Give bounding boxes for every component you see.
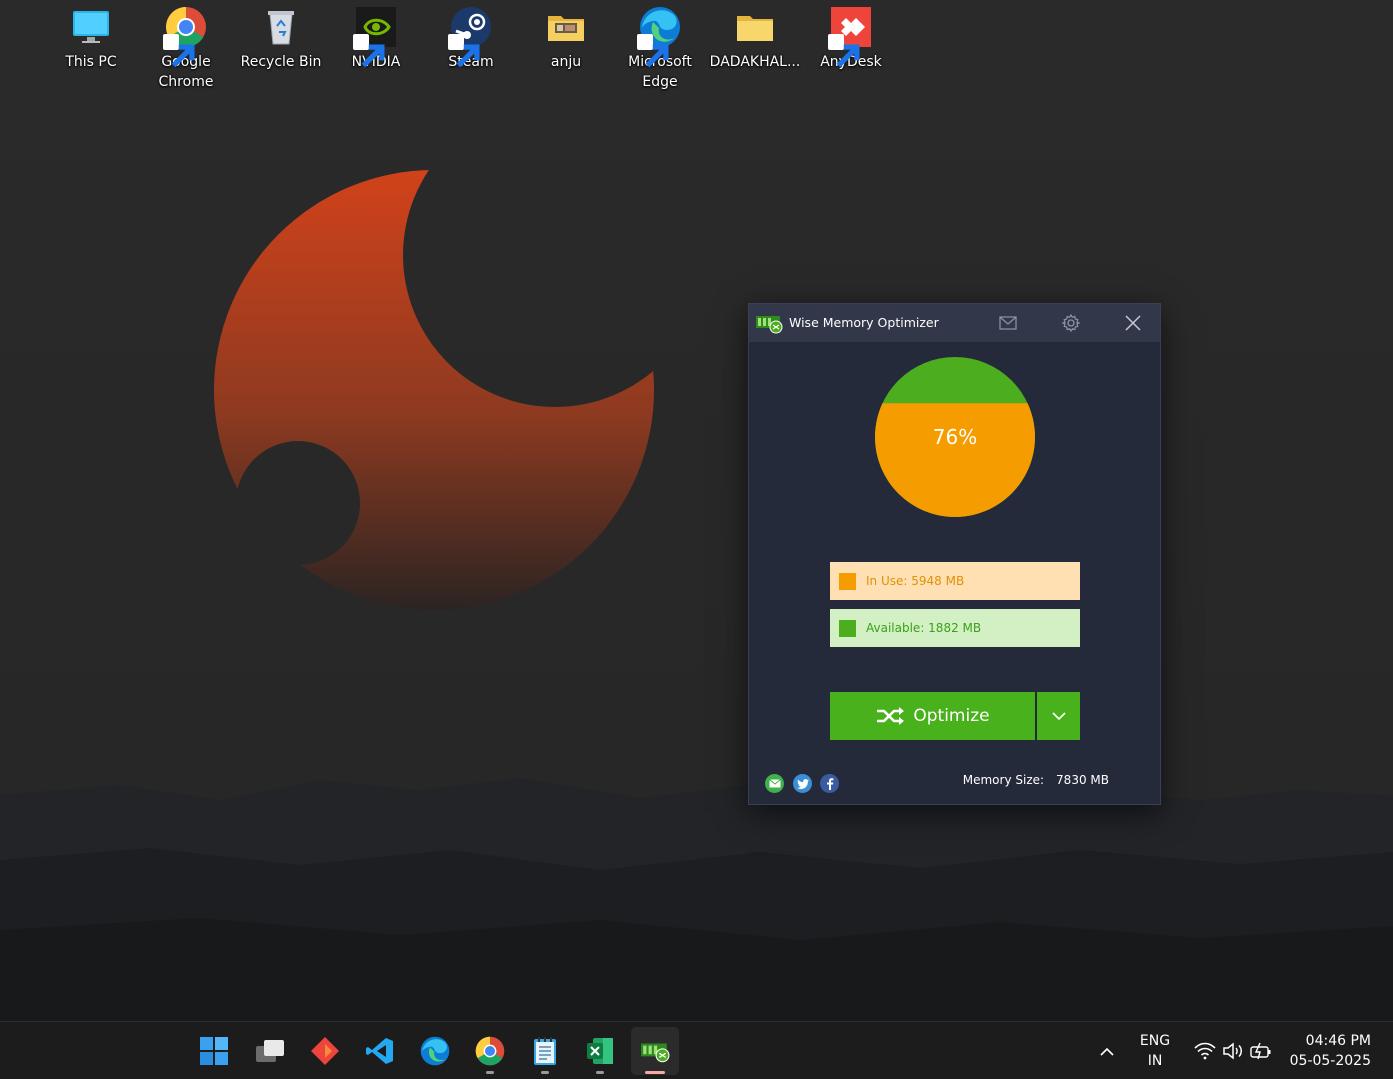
wise-memory-optimizer-window: Wise Memory Optimizer 76% In Use: 5948 M… <box>748 303 1161 805</box>
running-indicator <box>645 1071 665 1074</box>
desktop-icon-microsoft-edge[interactable]: Microsoft Edge <box>615 6 705 92</box>
facebook-share-button[interactable] <box>820 774 839 793</box>
clock[interactable]: 04:46 PM 05-05-2025 <box>1290 1031 1371 1071</box>
taskbar: ENG IN 04:46 PM 05-05-2025 <box>0 1021 1393 1079</box>
task-view-button[interactable] <box>246 1027 294 1075</box>
memory-size-label: Memory Size: <box>962 773 1045 787</box>
desktop-wallpaper <box>0 0 1393 1021</box>
desktop-icon-anydesk[interactable]: AnyDesk <box>806 6 896 72</box>
desktop-icon-anju[interactable]: anju <box>521 6 611 72</box>
chevron-up-icon <box>1100 1047 1114 1056</box>
steam-icon <box>448 6 492 68</box>
twitter-icon <box>796 778 809 789</box>
desktop-icon-label: This PC <box>65 54 117 70</box>
legend-available: Available: 1882 MB <box>830 609 1080 647</box>
desktop-icon-label: DADAKHAL... <box>709 54 801 70</box>
clock-date: 05-05-2025 <box>1289 1053 1371 1069</box>
wifi-icon <box>1194 1042 1216 1060</box>
optimize-button[interactable]: Optimize <box>830 692 1035 740</box>
memory-usage-pie: 76% <box>875 357 1035 517</box>
shortcut-arrow-icon <box>353 34 385 68</box>
running-indicator <box>486 1071 494 1074</box>
excel-icon <box>587 1038 613 1064</box>
optimize-label: Optimize <box>913 706 990 726</box>
available-label: Available: 1882 MB <box>866 621 982 635</box>
language-line-1: ENG <box>1139 1033 1171 1049</box>
app-logo-icon <box>756 316 783 334</box>
feedback-button[interactable] <box>996 311 1020 335</box>
chrome-icon <box>163 6 207 68</box>
window-title: Wise Memory Optimizer <box>789 315 939 330</box>
usage-percent: 76% <box>932 425 978 449</box>
desktop-icon-google-chrome[interactable]: Google Chrome <box>141 6 231 92</box>
wise-memory-optimizer-icon <box>641 1043 670 1063</box>
close-button[interactable] <box>1121 311 1145 335</box>
shuffle-icon <box>877 707 905 725</box>
shortcut-arrow-icon <box>163 34 195 68</box>
desktop-icon-label: Recycle Bin <box>240 54 322 70</box>
volume-icon <box>1223 1042 1242 1060</box>
notepad-icon <box>534 1037 556 1065</box>
anydesk-icon <box>828 6 872 68</box>
shortcut-arrow-icon <box>828 34 860 68</box>
desktop-icon-this-pc[interactable]: This PC <box>46 6 136 72</box>
anydesk-icon <box>311 1037 339 1065</box>
shortcut-arrow-icon <box>637 34 669 68</box>
language-indicator[interactable]: ENG IN <box>1130 1031 1180 1071</box>
in-use-swatch <box>839 572 856 590</box>
running-indicator <box>541 1071 549 1074</box>
language-line-2: IN <box>1147 1053 1163 1069</box>
desktop-icon-dadakhal[interactable]: DADAKHAL... <box>710 6 800 72</box>
taskbar-notepad[interactable] <box>521 1027 569 1075</box>
folder-icon <box>734 6 776 48</box>
desktop-icon-recycle-bin[interactable]: Recycle Bin <box>236 6 326 72</box>
email-icon <box>768 779 781 788</box>
taskbar-anydesk[interactable] <box>301 1027 349 1075</box>
battery-charging-icon <box>1250 1042 1271 1060</box>
monitor-icon <box>70 6 112 48</box>
in-use-label: In Use: 5948 MB <box>866 574 965 588</box>
windows-start-icon <box>200 1037 228 1065</box>
vscode-icon <box>366 1038 393 1064</box>
desktop-icon-label: anju <box>550 54 582 70</box>
facebook-icon <box>826 777 833 790</box>
desktop-icon-steam[interactable]: Steam <box>426 6 516 72</box>
gear-icon <box>1062 314 1080 332</box>
taskbar-edge[interactable] <box>411 1027 459 1075</box>
email-share-button[interactable] <box>765 774 784 793</box>
taskbar-wise-memory-optimizer[interactable] <box>631 1027 679 1075</box>
mail-icon <box>999 316 1017 330</box>
task-view-icon <box>256 1040 284 1062</box>
nvidia-icon <box>353 6 397 68</box>
edge-icon <box>637 6 681 68</box>
edge-icon <box>420 1036 450 1066</box>
system-tray-status[interactable] <box>1188 1022 1278 1079</box>
twitter-share-button[interactable] <box>793 774 812 793</box>
start-button[interactable] <box>190 1027 238 1075</box>
title-bar[interactable]: Wise Memory Optimizer <box>749 304 1160 342</box>
close-icon <box>1125 315 1141 331</box>
show-hidden-icons-button[interactable] <box>1092 1022 1122 1079</box>
recycle-bin-icon <box>260 6 302 48</box>
chrome-icon <box>475 1036 505 1066</box>
available-swatch <box>839 619 856 637</box>
taskbar-chrome[interactable] <box>466 1027 514 1075</box>
memory-size-value: 7830 MB <box>1056 773 1109 787</box>
optimize-dropdown-button[interactable] <box>1037 692 1080 740</box>
shortcut-arrow-icon <box>448 34 480 68</box>
clock-time: 04:46 PM <box>1305 1033 1371 1049</box>
memory-size: Memory Size: 7830 MB <box>963 773 1109 787</box>
taskbar-excel[interactable] <box>576 1027 624 1075</box>
running-indicator <box>596 1071 604 1074</box>
legend-in-use: In Use: 5948 MB <box>830 562 1080 600</box>
settings-button[interactable] <box>1059 311 1083 335</box>
taskbar-vscode[interactable] <box>356 1027 404 1075</box>
folder-icon <box>545 6 587 48</box>
desktop-icon-nvidia[interactable]: NVIDIA <box>331 6 421 72</box>
chevron-down-icon <box>1051 712 1066 720</box>
